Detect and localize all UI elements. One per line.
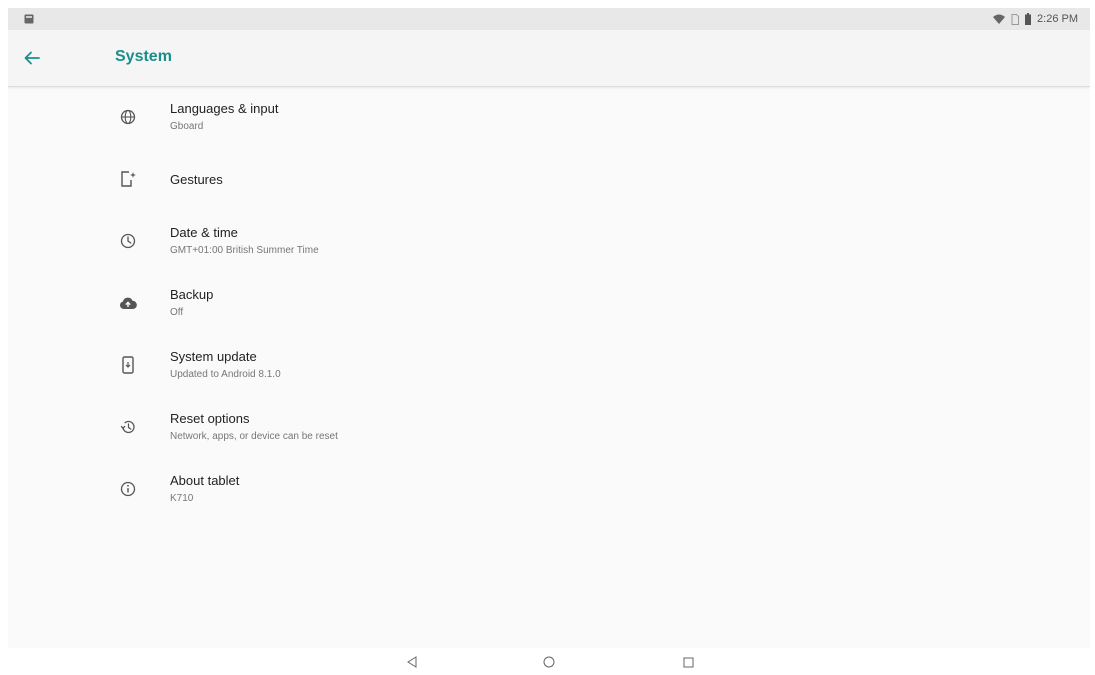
- android-screen: 2:26 PM System Languages & input Gboard …: [8, 8, 1090, 648]
- item-summary: GMT+01:00 British Summer Time: [170, 245, 319, 256]
- nav-recents-button[interactable]: [680, 654, 696, 670]
- system-update-icon: [118, 355, 138, 375]
- item-title: Backup: [170, 287, 214, 302]
- status-bar: 2:26 PM: [8, 8, 1090, 30]
- item-summary: Network, apps, or device can be reset: [170, 431, 338, 442]
- history-icon: [118, 417, 138, 437]
- nav-back-button[interactable]: [404, 654, 420, 670]
- recents-square-icon: [683, 657, 694, 668]
- page-title: System: [115, 48, 172, 65]
- back-triangle-icon: [406, 656, 418, 668]
- item-title: Languages & input: [170, 101, 279, 116]
- list-item-languages-input[interactable]: Languages & input Gboard: [8, 88, 1090, 150]
- list-item-about-tablet[interactable]: About tablet K710: [8, 460, 1090, 522]
- screenshot-icon: [24, 14, 34, 24]
- battery-icon: [1025, 13, 1032, 25]
- item-summary: Off: [170, 307, 184, 318]
- app-bar: System: [8, 30, 1090, 87]
- nav-home-button[interactable]: [541, 654, 557, 670]
- item-title: Reset options: [170, 411, 250, 426]
- list-item-backup[interactable]: Backup Off: [8, 274, 1090, 336]
- item-summary: K710: [170, 493, 194, 504]
- item-summary: Gboard: [170, 121, 204, 132]
- list-item-reset-options[interactable]: Reset options Network, apps, or device c…: [8, 398, 1090, 460]
- cloud-upload-icon: [118, 293, 138, 313]
- item-title: About tablet: [170, 473, 240, 488]
- globe-icon: [118, 107, 138, 127]
- back-button[interactable]: [20, 46, 44, 70]
- sim-icon: [1011, 13, 1020, 25]
- clock-icon: [118, 231, 138, 251]
- item-title: System update: [170, 349, 257, 364]
- list-item-system-update[interactable]: System update Updated to Android 8.1.0: [8, 336, 1090, 398]
- status-time: 2:26 PM: [1037, 13, 1078, 25]
- list-item-gestures[interactable]: Gestures: [8, 150, 1090, 212]
- list-item-date-time[interactable]: Date & time GMT+01:00 British Summer Tim…: [8, 212, 1090, 274]
- gesture-phone-icon: [118, 169, 138, 189]
- navigation-bar: [0, 648, 1095, 675]
- item-title: Date & time: [170, 225, 238, 240]
- home-circle-icon: [543, 656, 555, 668]
- info-icon: [118, 479, 138, 499]
- item-title: Gestures: [170, 172, 223, 187]
- wifi-icon: [993, 14, 1006, 24]
- arrow-left-icon: [24, 51, 40, 65]
- status-icons: 2:26 PM: [993, 12, 1078, 26]
- item-summary: Updated to Android 8.1.0: [170, 369, 281, 380]
